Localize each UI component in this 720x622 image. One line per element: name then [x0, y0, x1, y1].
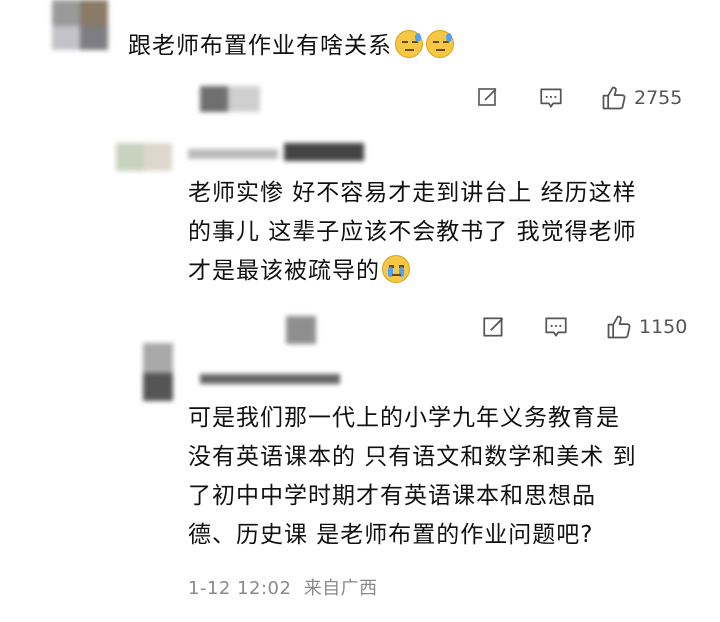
comment-icon[interactable] — [543, 314, 569, 340]
thumbs-up-icon — [600, 84, 628, 112]
like-button[interactable]: 1150 — [605, 313, 687, 341]
edit-icon[interactable] — [481, 314, 507, 340]
comment-line-last: 才是最该被疏导的 — [188, 252, 637, 291]
avatar[interactable] — [143, 343, 173, 401]
avatar[interactable] — [52, 0, 108, 50]
avatar[interactable] — [116, 143, 172, 171]
comment-line: 德、历史课 是老师布置的作业问题吧? — [188, 522, 594, 548]
location: 来自广西 — [303, 578, 378, 599]
edit-icon[interactable] — [476, 85, 502, 111]
comment-line: 老师实惨 好不容易才走到讲台上 经历这样 — [188, 180, 637, 206]
username[interactable] — [188, 143, 368, 163]
action-bar: 2755 — [476, 84, 682, 112]
comment-text: 跟老师布置作业有啥关系 — [128, 27, 454, 66]
comment-text: 可是我们那一代上的小学九年义务教育是 没有英语课本的 只有语文和数学和美术 到 … — [188, 399, 637, 555]
thumbs-up-icon — [605, 313, 633, 341]
crying-emoji-icon — [382, 255, 410, 283]
comment-text: 老师实惨 好不容易才走到讲台上 经历这样 的事儿 这辈子应该不会教书了 我觉得老… — [188, 174, 637, 291]
comment-line: 可是我们那一代上的小学九年义务教育是 — [188, 405, 620, 431]
comment-line: 才是最该被疏导的 — [188, 258, 380, 284]
username[interactable] — [200, 86, 260, 112]
username[interactable] — [286, 316, 316, 344]
comment-meta: 1-12 12:02 来自广西 — [188, 574, 378, 600]
cold-sweat-emoji-icon — [395, 30, 423, 58]
action-bar: 1150 — [481, 313, 687, 341]
comment-line: 没有英语课本的 只有语文和数学和美术 到 — [188, 444, 637, 470]
timestamp: 1-12 12:02 — [188, 578, 292, 599]
comment-line: 了初中中学时期才有英语课本和思想品 — [188, 483, 596, 509]
comment-icon[interactable] — [538, 85, 564, 111]
like-count: 1150 — [639, 316, 688, 338]
cold-sweat-emoji-icon — [426, 30, 454, 58]
comment-line: 的事儿 这辈子应该不会教书了 我觉得老师 — [188, 219, 637, 245]
comment-text-content: 跟老师布置作业有啥关系 — [128, 33, 392, 59]
like-button[interactable]: 2755 — [600, 84, 682, 112]
username[interactable] — [200, 372, 340, 386]
like-count: 2755 — [634, 87, 683, 109]
